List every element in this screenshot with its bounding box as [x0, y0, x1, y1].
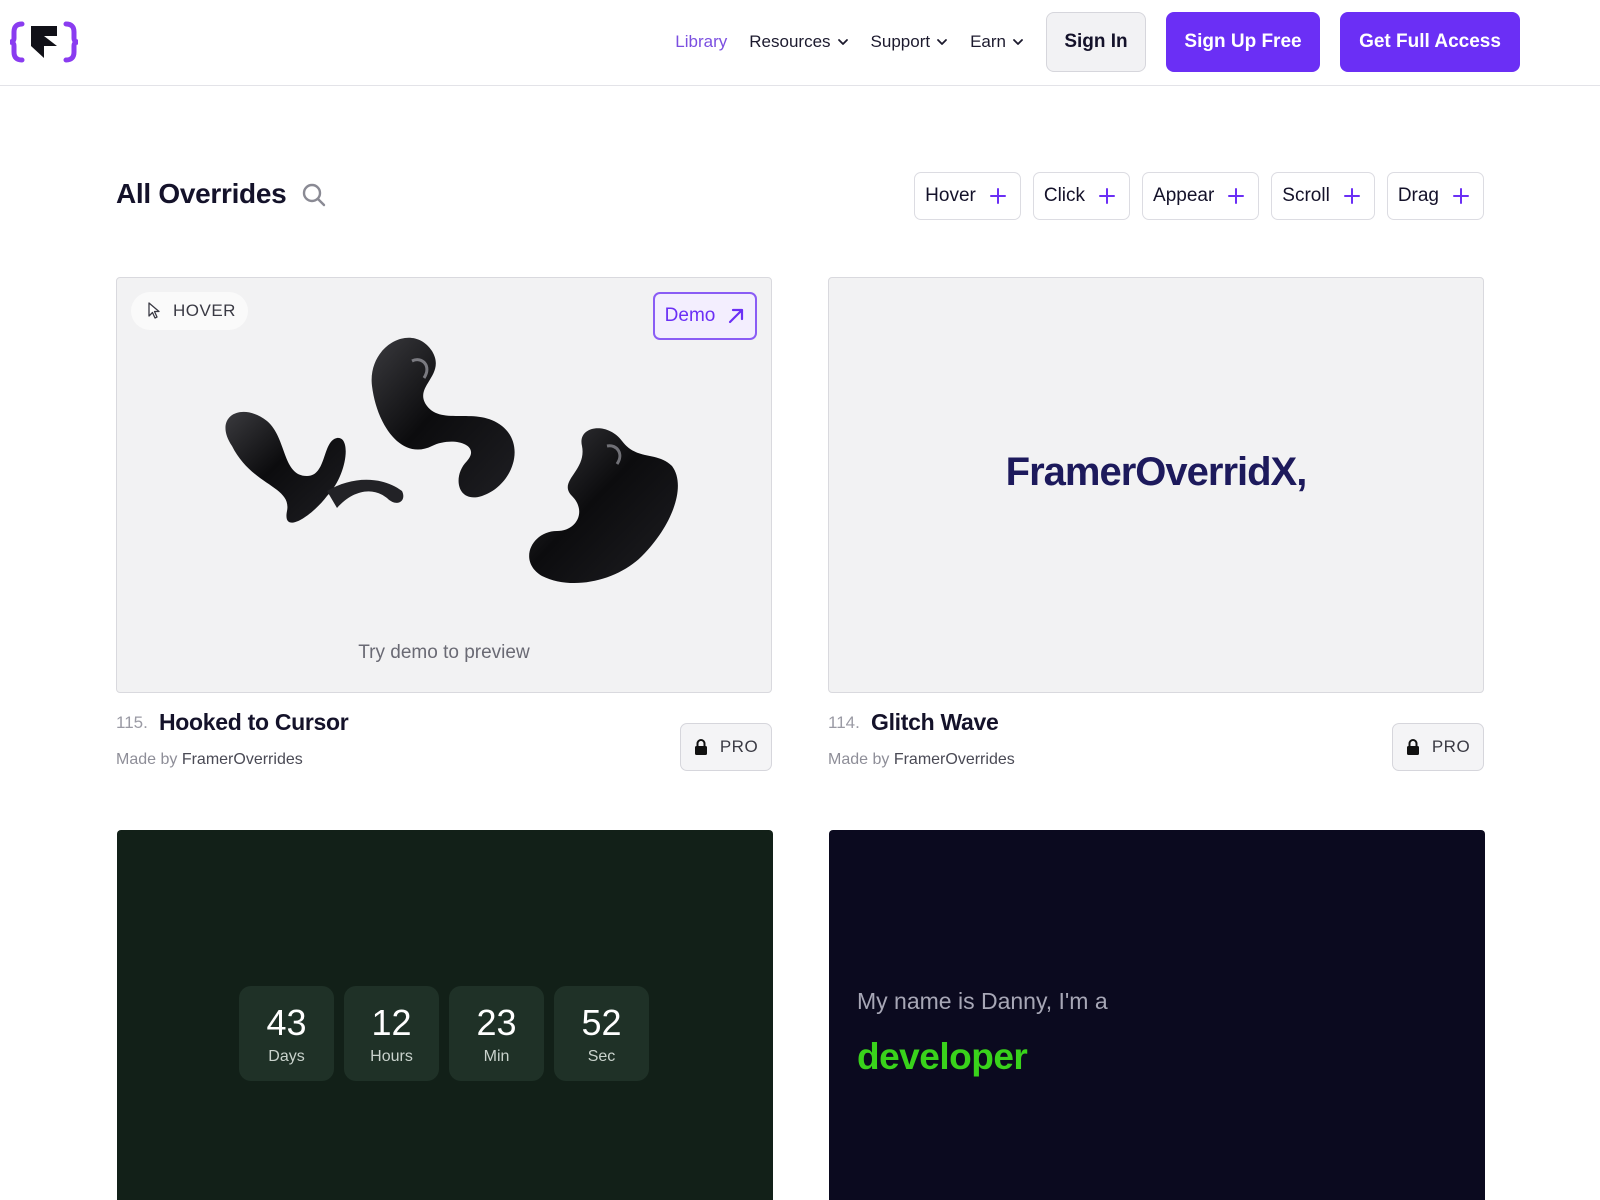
preview-hint: Try demo to preview [358, 642, 530, 663]
nav-links: Library Resources Support Earn Sign In S… [675, 12, 1520, 72]
top-nav: Library Resources Support Earn Sign In S… [0, 0, 1600, 86]
card-number: 115. [116, 713, 148, 732]
sign-in-button[interactable]: Sign In [1046, 12, 1146, 72]
sign-up-button[interactable]: Sign Up Free [1166, 12, 1320, 72]
card-title[interactable]: Glitch Wave [871, 709, 999, 736]
card-preview-countdown[interactable]: 43 Days 12 Hours 23 Min 52 Sec [117, 830, 773, 1200]
countdown-days: 43 Days [239, 986, 334, 1081]
filter-hover-chip[interactable]: Hover [914, 172, 1021, 220]
filter-scroll-chip[interactable]: Scroll [1271, 172, 1375, 220]
card-meta-hooked-to-cursor: 115. Hooked to Cursor Made by FramerOver… [116, 705, 772, 785]
typing-highlight-word: developer [857, 1036, 1028, 1077]
page-title: All Overrides [116, 178, 287, 209]
filter-appear-chip[interactable]: Appear [1142, 172, 1260, 220]
card-preview-hooked-to-cursor[interactable]: HOVER Demo Try demo to preview [116, 277, 772, 693]
card-author-line: Made by FramerOverrides [828, 751, 1015, 768]
3d-blob-shapes [225, 337, 678, 584]
nav-resources-menu[interactable]: Resources [749, 32, 848, 52]
card-preview-typing-text[interactable]: My name is Danny, I'm a developer [829, 830, 1485, 1200]
filter-click-chip[interactable]: Click [1032, 172, 1131, 220]
card-author-line: Made by FramerOverrides [116, 751, 303, 768]
plus-icon [989, 188, 1006, 204]
trigger-tag: HOVER [131, 292, 248, 330]
cursor-icon [148, 302, 160, 319]
card-number: 114. [828, 713, 860, 732]
glitch-preview-text: FramerOverridX, [1005, 450, 1308, 494]
countdown-timer: 43 Days 12 Hours 23 Min 52 Sec [239, 986, 649, 1081]
nav-support-menu[interactable]: Support [871, 32, 949, 52]
chevron-down-icon [937, 39, 947, 45]
nav-library-link[interactable]: Library [675, 32, 727, 52]
nav-earn-menu[interactable]: Earn [970, 32, 1024, 52]
chevron-down-icon [837, 39, 848, 45]
filter-chips: Hover Click Appear Scroll Drag [914, 172, 1484, 220]
logo-icon[interactable] [10, 20, 78, 64]
countdown-minutes: 23 Min [449, 986, 544, 1081]
author-link[interactable]: FramerOverrides [894, 751, 1015, 768]
card-preview-glitch-wave[interactable]: FramerOverridX, [828, 277, 1484, 693]
arrow-up-right-icon [729, 308, 744, 324]
search-icon[interactable] [301, 182, 327, 208]
lock-icon [1406, 739, 1419, 755]
filter-drag-chip[interactable]: Drag [1386, 172, 1484, 220]
plus-icon [1453, 188, 1469, 204]
pro-badge[interactable]: PRO [680, 723, 772, 771]
pro-badge[interactable]: PRO [1392, 723, 1484, 771]
countdown-hours: 12 Hours [344, 986, 439, 1081]
card-title[interactable]: Hooked to Cursor [159, 709, 349, 736]
plus-icon [1099, 188, 1116, 204]
chevron-down-icon [1013, 39, 1023, 45]
typing-intro-text: My name is Danny, I'm a [857, 988, 1108, 1014]
plus-icon [1343, 188, 1360, 204]
card-meta-glitch-wave: 114. Glitch Wave Made by FramerOverrides… [828, 705, 1484, 785]
get-full-access-button[interactable]: Get Full Access [1340, 12, 1520, 72]
plus-icon [1228, 188, 1245, 204]
lock-icon [694, 739, 707, 755]
countdown-seconds: 52 Sec [554, 986, 649, 1081]
author-link[interactable]: FramerOverrides [182, 751, 303, 768]
